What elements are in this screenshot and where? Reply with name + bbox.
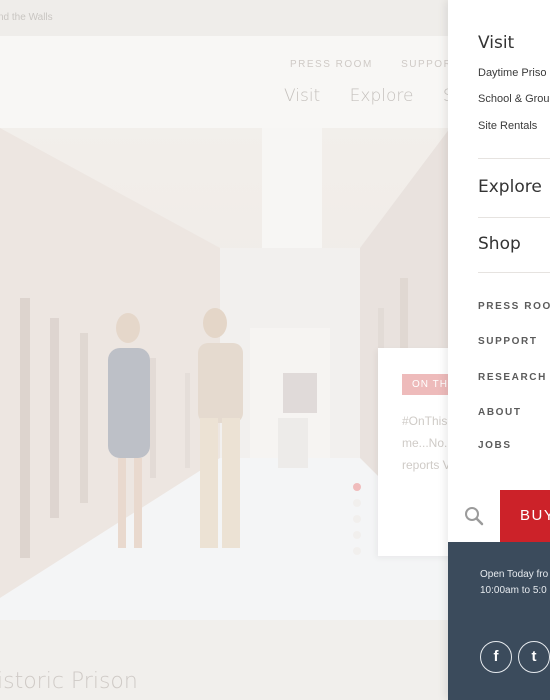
- feature-card[interactable]: ON THIS #OnThis me...No. reports V: [378, 348, 470, 556]
- divider: [478, 272, 550, 273]
- nav-link-explore[interactable]: Explore: [350, 86, 414, 106]
- card-text-line: reports V: [402, 458, 451, 472]
- menu-heading-explore[interactable]: Explore: [478, 177, 542, 197]
- top-bar-text: nd the Walls: [0, 12, 53, 23]
- twitter-icon[interactable]: t: [518, 641, 550, 673]
- menu-item-site-rentals[interactable]: Site Rentals: [478, 120, 537, 132]
- hours-line: Open Today fro: [480, 569, 549, 580]
- menu-heading-visit[interactable]: Visit: [478, 33, 514, 53]
- slide-dot[interactable]: [353, 499, 361, 507]
- search-icon: [465, 507, 484, 526]
- menu-link-jobs[interactable]: JOBS: [478, 440, 512, 451]
- facebook-icon[interactable]: f: [480, 641, 512, 673]
- slide-indicators: [353, 483, 361, 563]
- util-link-press-room[interactable]: PRESS ROOM: [290, 59, 373, 70]
- card-text-line: #OnThis: [402, 414, 448, 428]
- search-button[interactable]: [448, 490, 500, 542]
- slide-dot-active[interactable]: [353, 483, 361, 491]
- hours-line: 10:00am to 5:0: [480, 585, 547, 596]
- slide-dot[interactable]: [353, 515, 361, 523]
- card-text-line: me...No.: [402, 436, 448, 450]
- menu-link-press-room[interactable]: PRESS ROOM: [478, 301, 550, 312]
- menu-link-research[interactable]: RESEARCH: [478, 372, 547, 383]
- slide-dot[interactable]: [353, 531, 361, 539]
- section-title: istoric Prison: [0, 669, 138, 694]
- divider: [478, 158, 550, 159]
- menu-link-about[interactable]: ABOUT: [478, 407, 522, 418]
- menu-link-support[interactable]: SUPPORT: [478, 336, 538, 347]
- buy-tickets-button[interactable]: BUY: [500, 490, 550, 542]
- menu-heading-shop[interactable]: Shop: [478, 234, 521, 254]
- divider: [478, 217, 550, 218]
- menu-item-school-groups[interactable]: School & Grou: [478, 93, 550, 105]
- hours-info-panel: Open Today fro 10:00am to 5:0 f t: [448, 542, 550, 700]
- nav-link-visit[interactable]: Visit: [284, 86, 320, 106]
- slide-dot[interactable]: [353, 547, 361, 555]
- menu-item-daytime-prison[interactable]: Daytime Priso: [478, 67, 546, 79]
- side-menu-drawer: Visit Daytime Priso School & Grou Site R…: [448, 0, 550, 700]
